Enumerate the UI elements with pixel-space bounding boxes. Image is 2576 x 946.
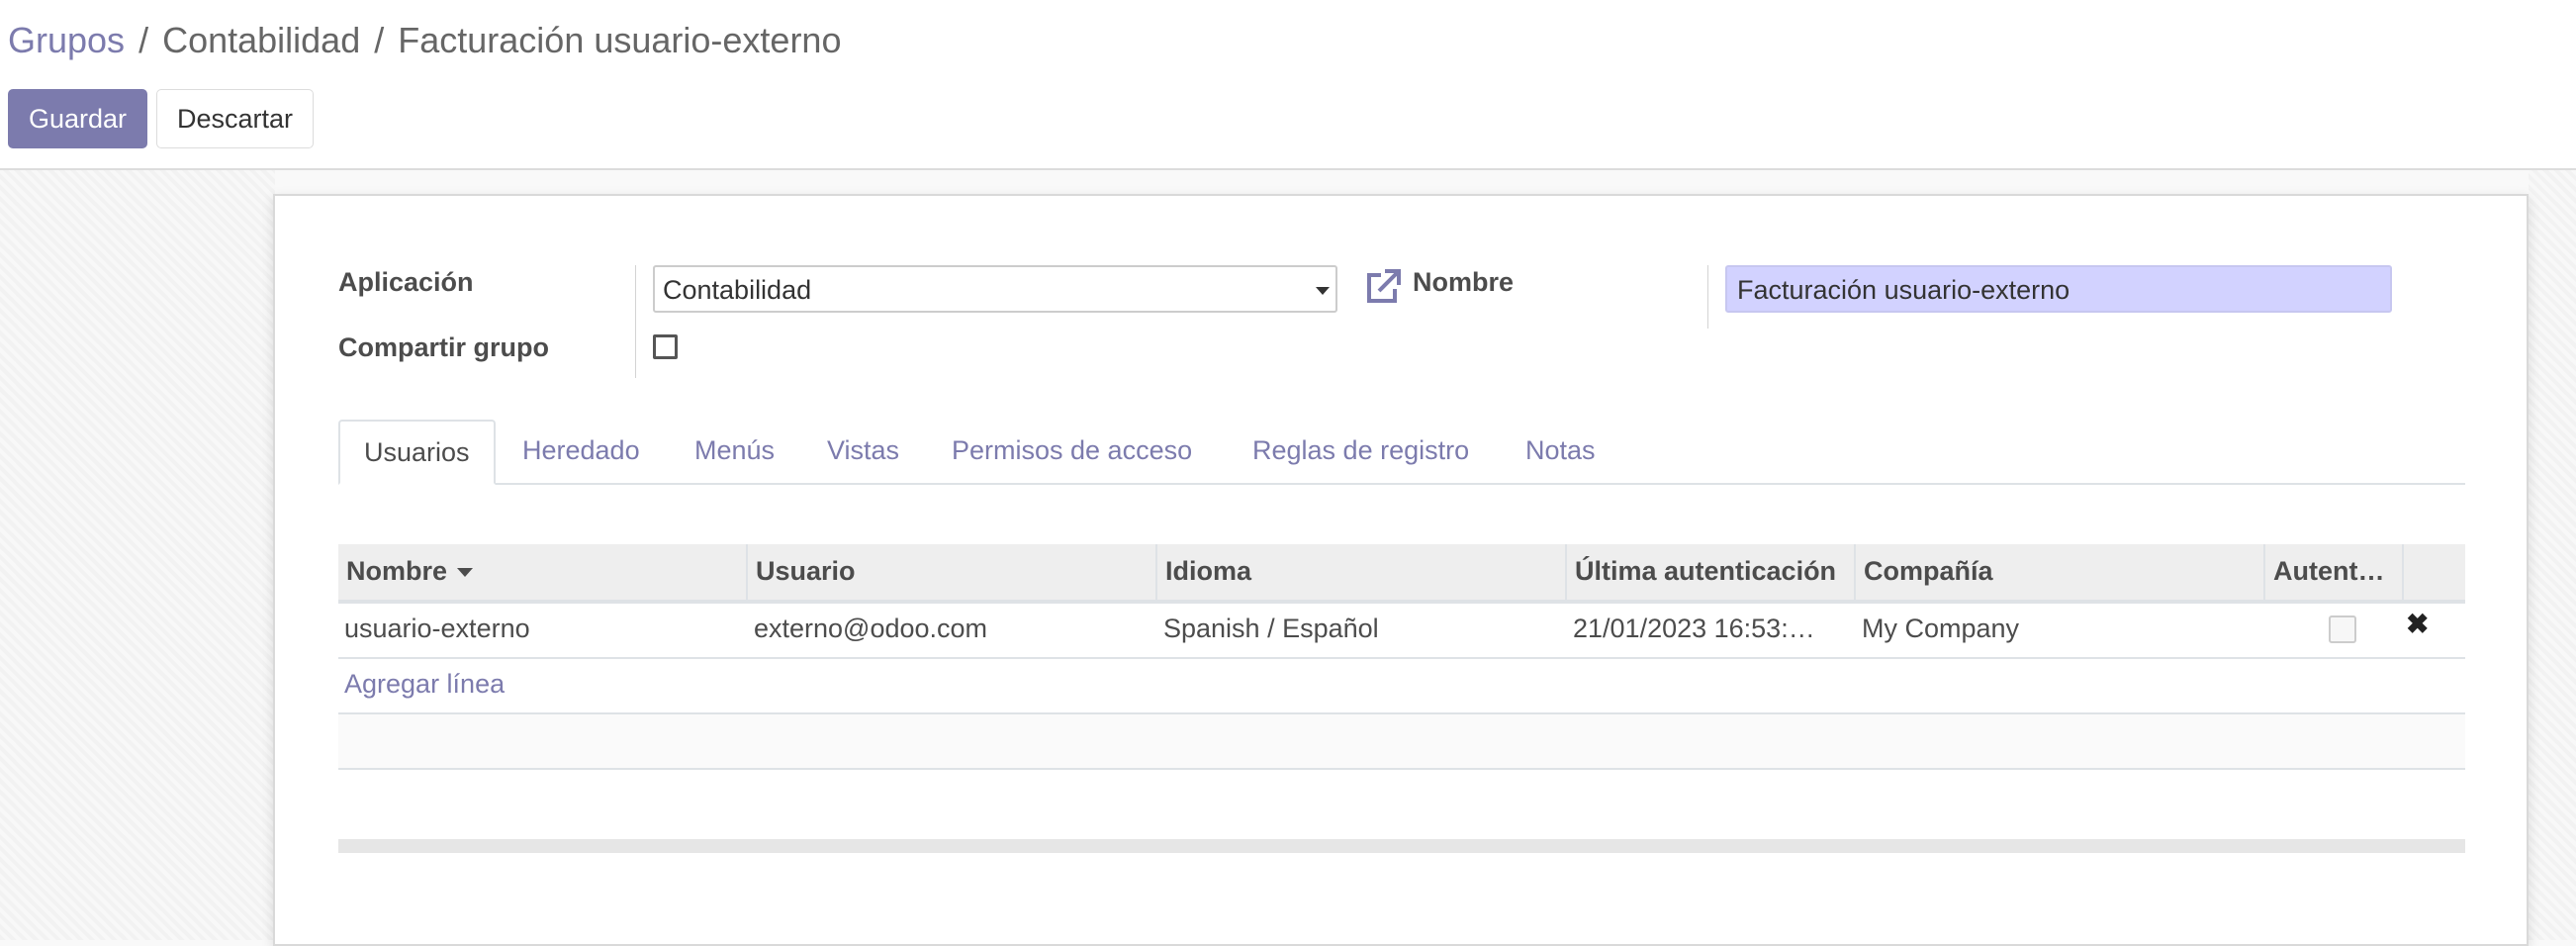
save-button[interactable]: Guardar — [8, 89, 147, 148]
tab-vistas[interactable]: Vistas — [827, 420, 899, 483]
cell-usuario: externo@odoo.com — [754, 614, 988, 643]
share-group-checkbox[interactable] — [653, 334, 678, 359]
users-list-header: Nombre Usuario Idioma Última autenticaci… — [338, 544, 2465, 604]
add-line-link[interactable]: Agregar línea — [338, 659, 748, 710]
background-right — [2529, 170, 2576, 940]
cell-compania: My Company — [1862, 614, 2020, 643]
breadcrumb: Grupos / Contabilidad / Facturación usuario-… — [8, 20, 841, 61]
cell-autent-checkbox — [2329, 615, 2356, 643]
external-link-icon[interactable] — [1363, 267, 1403, 307]
notebook-tabs: Usuarios Heredado Menús Vistas Permisos … — [338, 420, 2465, 485]
group-divider — [635, 265, 636, 378]
share-group-label: Compartir grupo — [338, 332, 549, 362]
tab-reglas-de-registro[interactable]: Reglas de registro — [1252, 420, 1469, 483]
column-header-label: Nombre — [346, 556, 448, 586]
list-item — [338, 770, 2465, 823]
name-label: Nombre — [1413, 267, 1515, 297]
column-header-nombre[interactable]: Nombre — [338, 544, 748, 600]
tab-permisos-de-acceso[interactable]: Permisos de acceso — [952, 420, 1192, 483]
application-select[interactable]: Contabilidad — [653, 265, 1337, 313]
horizontal-scrollbar[interactable] — [338, 839, 2465, 853]
close-icon[interactable]: ✖ — [2406, 608, 2429, 640]
caret-down-icon — [457, 568, 474, 578]
tab-menus[interactable]: Menús — [694, 420, 775, 483]
discard-button[interactable]: Descartar — [156, 89, 314, 148]
chevron-down-icon — [1316, 287, 1330, 295]
cell-idioma: Spanish / Español — [1163, 614, 1379, 643]
cell-nombre: usuario-externo — [344, 614, 530, 643]
form-sheet: Aplicación Compartir grupo Contabilidad … — [273, 194, 2529, 946]
group-divider — [1707, 265, 1708, 329]
table-row[interactable]: usuario-externo externo@odoo.com Spanish… — [338, 604, 2465, 659]
tab-usuarios[interactable]: Usuarios — [338, 420, 496, 485]
breadcrumb-contabilidad: Contabilidad — [162, 20, 361, 60]
breadcrumb-separator: / — [138, 20, 149, 60]
application-select-value: Contabilidad — [663, 275, 812, 305]
control-panel: Grupos / Contabilidad / Facturación usuario-… — [0, 0, 2576, 170]
column-header-idioma[interactable]: Idioma — [1157, 544, 1567, 600]
tab-heredado[interactable]: Heredado — [522, 420, 640, 483]
list-item — [338, 714, 2465, 770]
breadcrumb-current: Facturación usuario-externo — [398, 20, 842, 60]
background-left — [0, 170, 275, 940]
column-header-autent[interactable]: Autent… — [2265, 544, 2404, 600]
column-header-compania[interactable]: Compañía — [1856, 544, 2265, 600]
column-header-ultima-autenticacion[interactable]: Última autenticación — [1567, 544, 1856, 600]
add-line-row: Agregar línea — [338, 659, 2465, 714]
application-label: Aplicación — [338, 267, 474, 297]
tab-notas[interactable]: Notas — [1525, 420, 1596, 483]
breadcrumb-grupos-link[interactable]: Grupos — [8, 20, 125, 60]
group-name-input[interactable]: Facturación usuario-externo — [1725, 265, 2392, 313]
breadcrumb-separator: / — [374, 20, 385, 60]
cell-ultima-autenticacion: 21/01/2023 16:53:… — [1573, 614, 1815, 643]
column-header-usuario[interactable]: Usuario — [748, 544, 1157, 600]
